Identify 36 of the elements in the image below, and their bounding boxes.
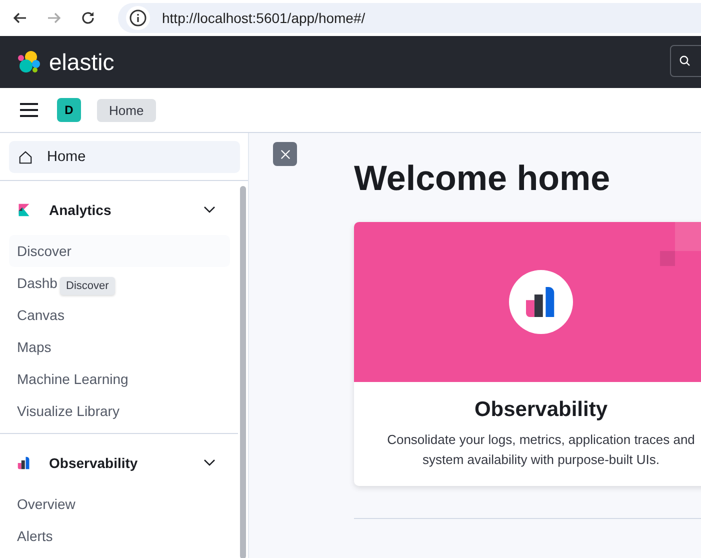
chevron-icon <box>203 206 216 214</box>
analytics-logo-icon <box>17 203 31 217</box>
solution-card[interactable]: Observability Consolidate your logs, metrics, application traces and system availability with purpose-built UIs. <box>354 222 701 486</box>
close-icon <box>280 148 290 160</box>
brand-name: elastic <box>49 48 114 76</box>
reload-icon[interactable] <box>80 10 96 26</box>
observability-logo-icon <box>17 456 31 470</box>
nav-item[interactable]: Machine Learning <box>9 363 130 395</box>
tooltip: Discover <box>60 277 115 295</box>
nav-item[interactable]: Canvas <box>9 299 66 331</box>
card-description: Consolidate your logs, metrics, application traces and system availability with purpose-built UIs. <box>386 431 696 469</box>
nav-item[interactable]: Overview <box>9 488 78 520</box>
nav-group-header[interactable]: Analytics <box>0 197 238 223</box>
menu-icon[interactable] <box>20 103 38 117</box>
chevron-icon <box>203 459 216 467</box>
scrollbar[interactable] <box>240 186 246 558</box>
page-title: Welcome home <box>354 159 612 199</box>
space-avatar[interactable]: D <box>57 98 81 122</box>
address-bar[interactable]: http://localhost:5601/app/home#/ <box>118 3 701 33</box>
breadcrumb[interactable]: Home <box>97 98 156 122</box>
nav-item[interactable]: Maps <box>9 331 54 363</box>
logo-icon <box>16 49 42 75</box>
card-title: Observability <box>473 398 609 422</box>
observability-logo-icon <box>526 286 556 318</box>
nav-item[interactable]: Dashb <box>9 267 60 299</box>
nav-item[interactable]: Visualize Library <box>9 395 122 427</box>
home-nav-item[interactable]: Home <box>9 141 240 173</box>
close-button[interactable] <box>273 142 297 166</box>
nav-group-header[interactable]: Observability <box>0 450 238 476</box>
search-button[interactable] <box>670 45 701 77</box>
home-icon <box>18 150 33 164</box>
search-icon <box>679 55 691 67</box>
back-icon[interactable] <box>12 10 28 26</box>
info-icon[interactable] <box>126 6 150 30</box>
nav-item[interactable]: Discover <box>9 235 230 267</box>
nav-item[interactable]: Alerts <box>9 520 55 552</box>
